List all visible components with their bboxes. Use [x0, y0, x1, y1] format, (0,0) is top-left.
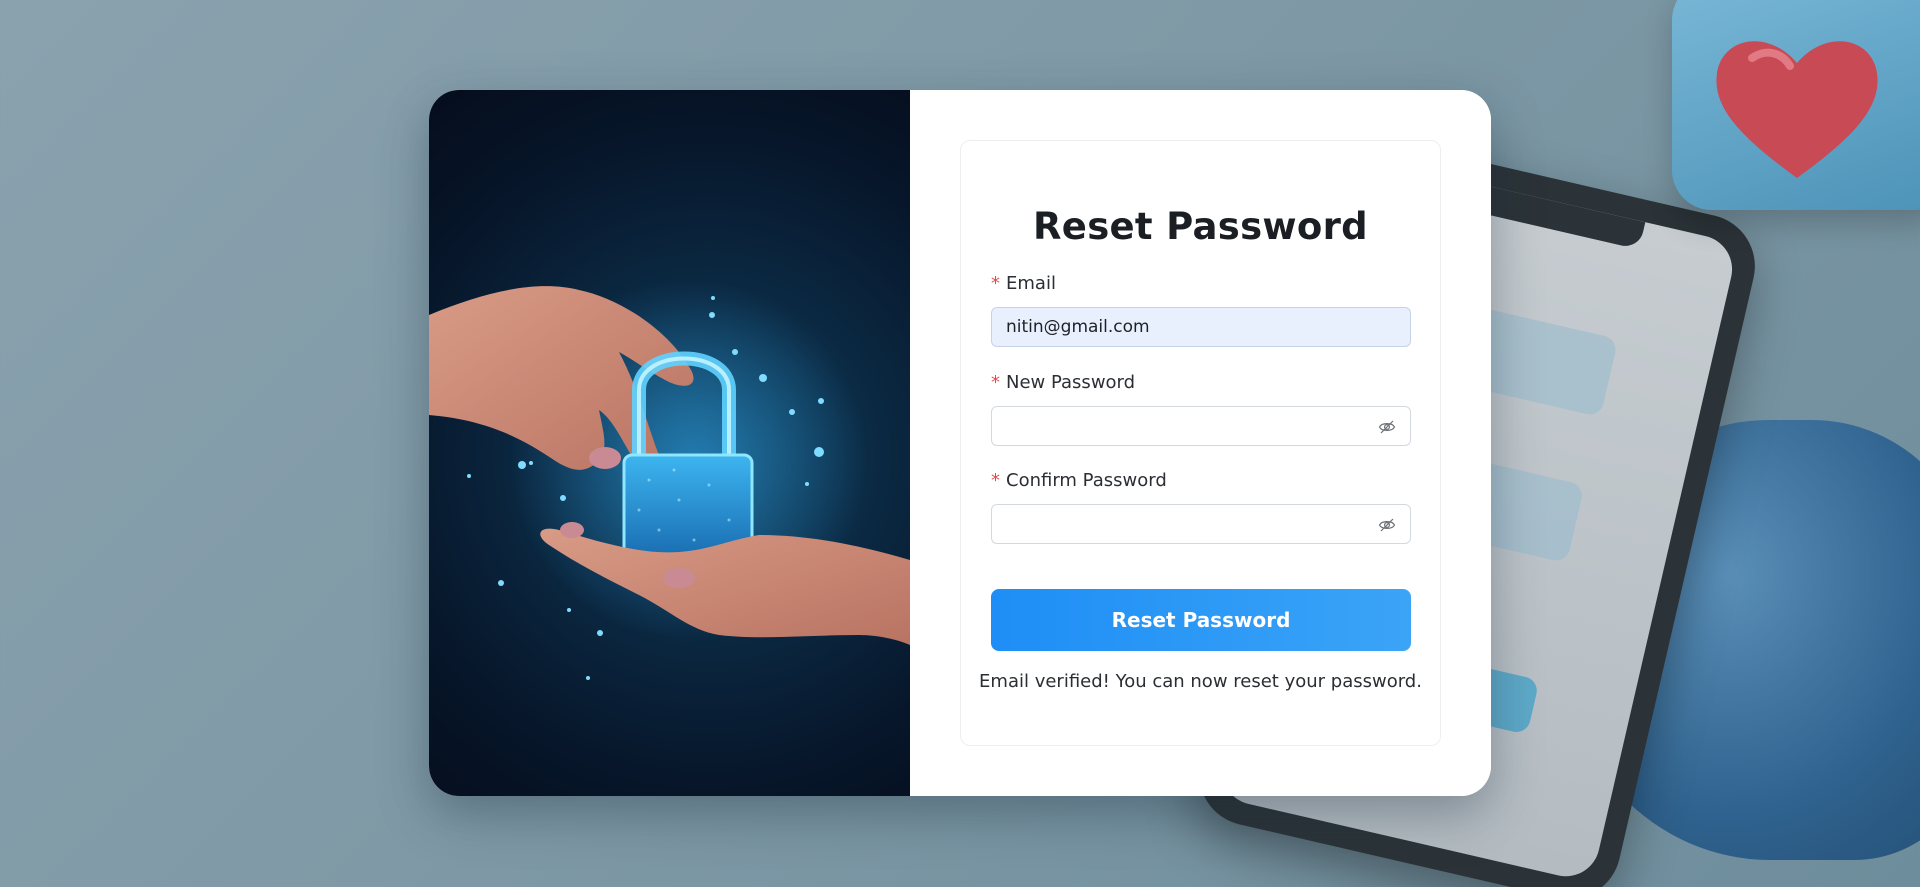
email-field[interactable]: nitin@gmail.com: [991, 307, 1411, 347]
form-panel: Reset Password * Email nitin@gmail.com * N…: [910, 90, 1491, 796]
required-asterisk: *: [991, 470, 1000, 491]
lock-illustration: [429, 90, 910, 796]
heart-icon: [1716, 41, 1878, 178]
padlock-in-hands-image: [429, 280, 910, 680]
page-title: Reset Password: [1033, 205, 1368, 248]
eye-off-icon[interactable]: [1378, 418, 1396, 436]
new-password-label: * New Password: [991, 372, 1135, 393]
reset-password-card: Reset Password * Email nitin@gmail.com * N…: [429, 90, 1491, 796]
email-label-text: Email: [1006, 273, 1056, 294]
new-password-label-text: New Password: [1006, 372, 1136, 393]
status-message: Email verified! You can now reset your p…: [979, 671, 1422, 692]
reset-password-form: Reset Password * Email nitin@gmail.com * N…: [960, 140, 1441, 746]
confirm-password-field[interactable]: [991, 504, 1411, 544]
required-asterisk: *: [991, 372, 1000, 393]
confirm-password-label: * Confirm Password: [991, 470, 1167, 491]
eye-off-icon[interactable]: [1378, 516, 1396, 534]
required-asterisk: *: [991, 273, 1000, 294]
confirm-password-label-text: Confirm Password: [1006, 470, 1167, 491]
new-password-field[interactable]: [991, 406, 1411, 446]
email-label: * Email: [991, 273, 1056, 294]
reset-password-button[interactable]: Reset Password: [991, 589, 1411, 651]
email-value: nitin@gmail.com: [1006, 317, 1150, 337]
